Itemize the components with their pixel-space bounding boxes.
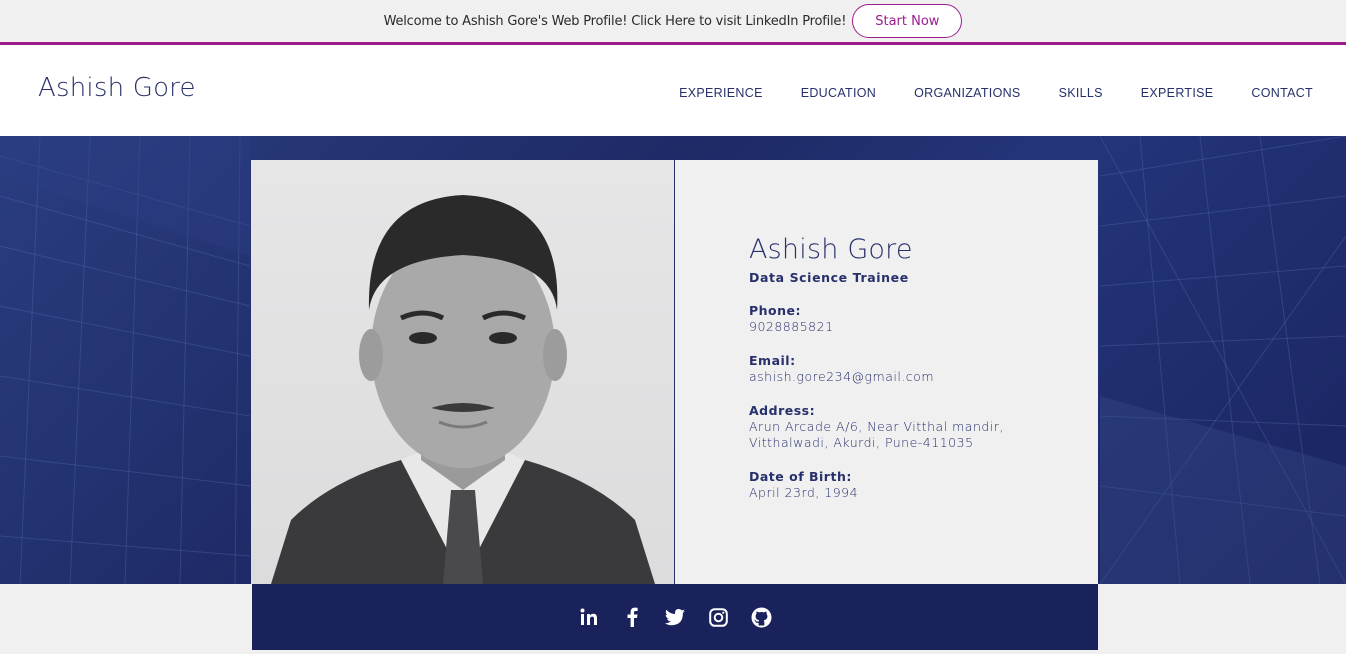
- profile-info: Ashish Gore Data Science Trainee Phone: …: [675, 160, 1098, 584]
- phone-label: Phone:: [749, 303, 802, 318]
- profile-photo: [251, 160, 675, 584]
- promo-text[interactable]: Welcome to Ashish Gore's Web Profile! Cl…: [384, 14, 847, 29]
- nav-skills[interactable]: SKILLS: [1059, 86, 1103, 100]
- promo-bar: Welcome to Ashish Gore's Web Profile! Cl…: [0, 0, 1346, 42]
- email-value[interactable]: ashish.gore234@gmail.com: [749, 369, 1098, 385]
- social-bar: [252, 584, 1098, 650]
- instagram-icon[interactable]: [708, 607, 729, 628]
- dob-label: Date of Birth:: [749, 469, 852, 484]
- linkedin-icon[interactable]: [579, 607, 600, 628]
- email-label: Email:: [749, 353, 796, 368]
- main-nav: EXPERIENCE EDUCATION ORGANIZATIONS SKILL…: [679, 86, 1313, 100]
- phone-value: 9028885821: [749, 319, 834, 334]
- dob-field: Date of Birth: April 23rd, 1994: [749, 469, 1098, 501]
- facebook-icon[interactable]: [622, 607, 643, 628]
- nav-organizations[interactable]: ORGANIZATIONS: [914, 86, 1020, 100]
- phone-field: Phone: 9028885821: [749, 303, 1098, 335]
- profile-title: Data Science Trainee: [749, 270, 909, 285]
- start-now-button[interactable]: Start Now: [852, 4, 963, 38]
- nav-contact[interactable]: CONTACT: [1251, 86, 1313, 100]
- github-icon[interactable]: [751, 607, 772, 628]
- site-logo[interactable]: Ashish Gore: [38, 73, 196, 103]
- profile-name: Ashish Gore: [749, 234, 913, 265]
- address-label: Address:: [749, 403, 816, 418]
- nav-experience[interactable]: EXPERIENCE: [679, 86, 763, 100]
- nav-expertise[interactable]: EXPERTISE: [1141, 86, 1214, 100]
- twitter-icon[interactable]: [665, 607, 686, 628]
- address-line-2: Vitthalwadi, Akurdi, Pune-411035: [749, 435, 974, 450]
- nav-education[interactable]: EDUCATION: [801, 86, 876, 100]
- profile-card: Ashish Gore Data Science Trainee Phone: …: [251, 160, 1098, 584]
- portrait-illustration: [271, 195, 655, 584]
- address-line-1: Arun Arcade A/6, Near Vitthal mandir,: [749, 419, 1004, 434]
- address-field: Address: Arun Arcade A/6, Near Vitthal m…: [749, 403, 1098, 451]
- email-field: Email: ashish.gore234@gmail.com: [749, 353, 1098, 385]
- site-header: Ashish Gore EXPERIENCE EDUCATION ORGANIZ…: [0, 45, 1346, 136]
- dob-value: April 23rd, 1994: [749, 485, 859, 500]
